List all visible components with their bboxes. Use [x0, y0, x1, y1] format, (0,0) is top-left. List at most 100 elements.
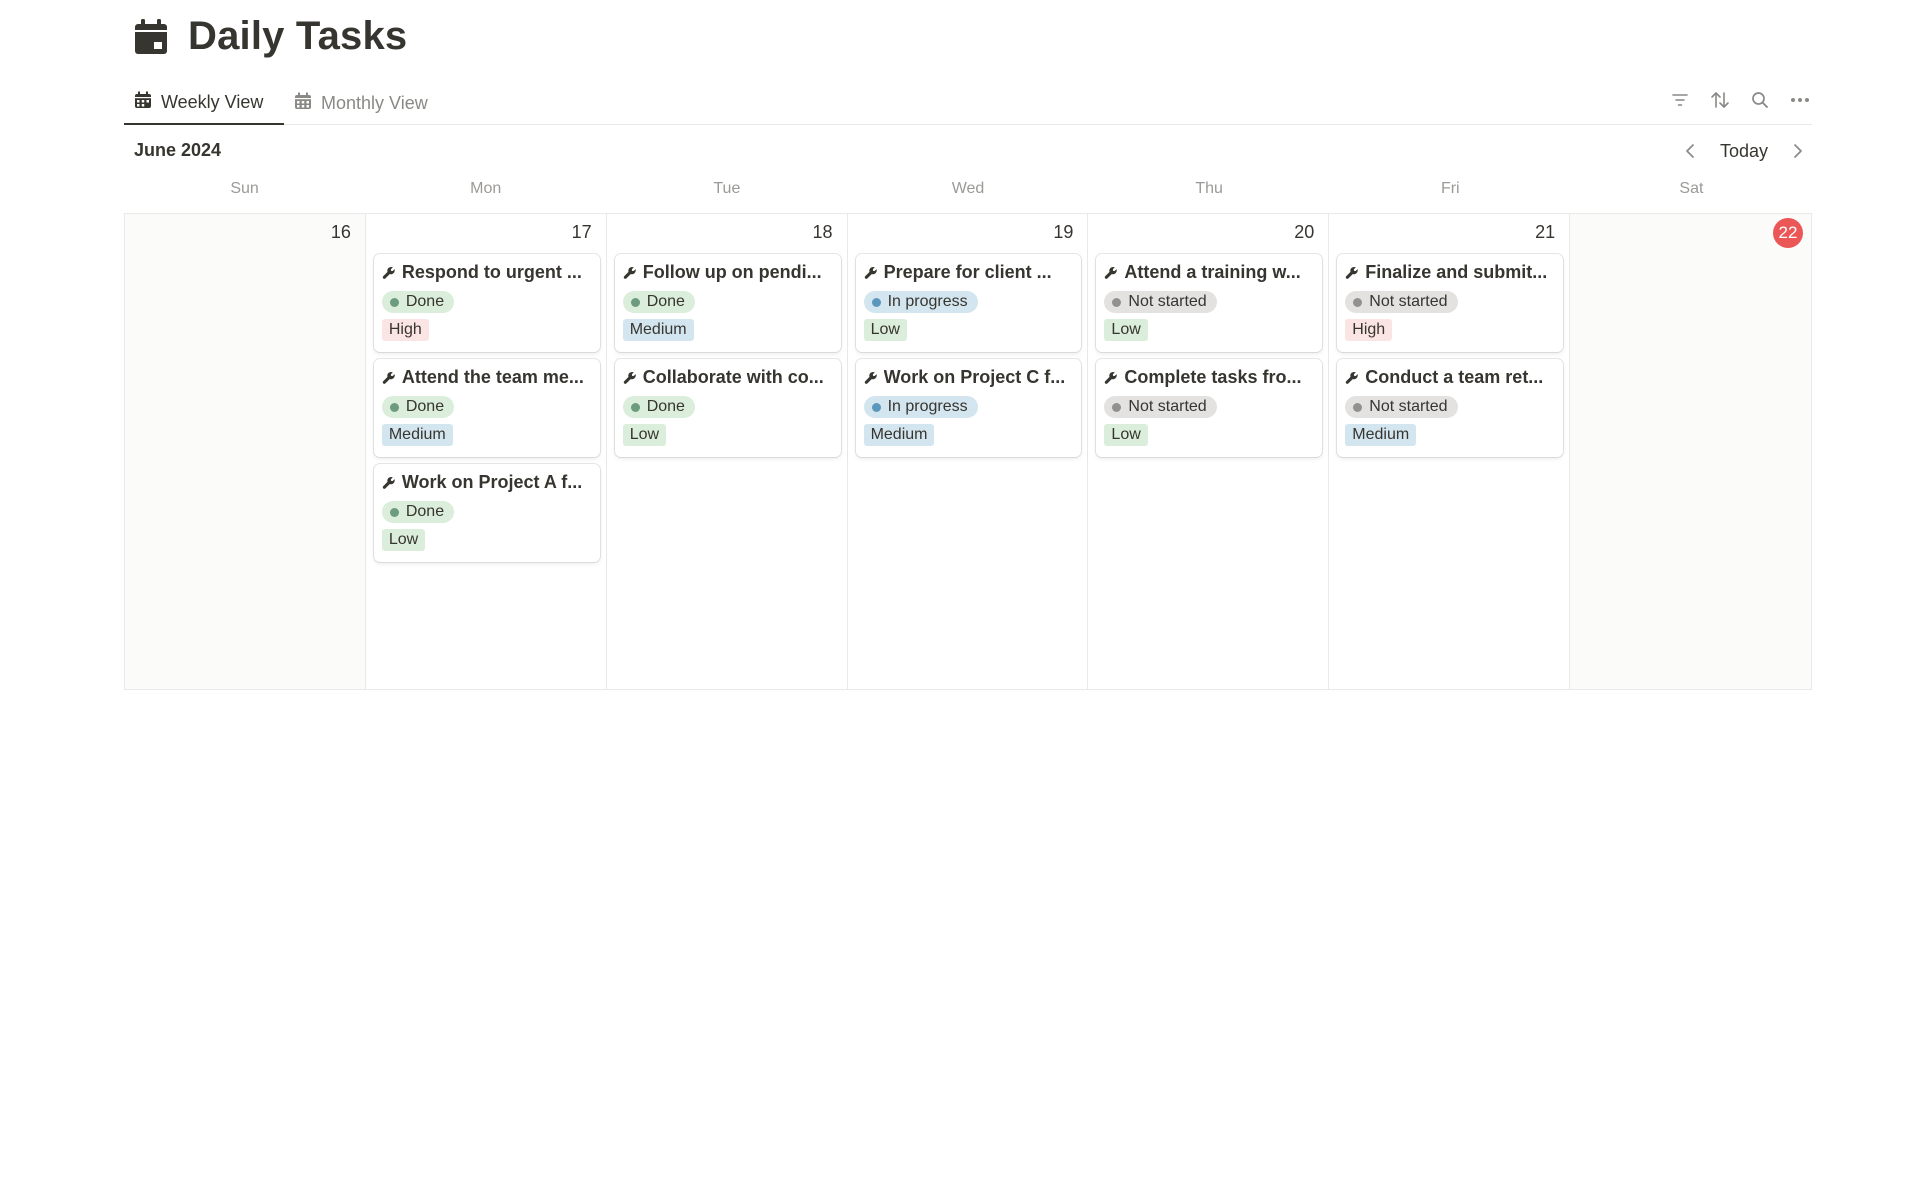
wrench-icon — [864, 266, 878, 280]
day-cell[interactable]: 18 Follow up on pendi... Done Medium Collabo… — [607, 214, 848, 689]
status-badge: Not started — [1345, 291, 1458, 313]
search-icon[interactable] — [1748, 88, 1772, 112]
task-card[interactable]: Finalize and submit... Not started High — [1337, 254, 1564, 352]
priority-row: High — [381, 319, 592, 341]
status-label: Done — [405, 293, 445, 310]
status-badge: In progress — [863, 396, 978, 418]
calendar-grid-icon — [294, 92, 312, 115]
task-title: Follow up on pendi... — [642, 262, 822, 282]
task-title-row: Work on Project A f... — [382, 472, 592, 493]
weekday-label: Tue — [713, 180, 741, 197]
task-list: Follow up on pendi... Done Medium Collabora… — [614, 254, 841, 457]
status-badge: Done — [381, 501, 455, 523]
more-icon[interactable] — [1788, 88, 1812, 112]
day-cell[interactable]: 22 — [1570, 214, 1811, 689]
task-card[interactable]: Follow up on pendi... Done Medium — [614, 254, 841, 352]
task-card[interactable]: Work on Project C f... In progress Medium — [855, 359, 1082, 457]
chevron-left-icon[interactable] — [1680, 139, 1700, 163]
status-dot-icon — [1112, 402, 1122, 412]
status-badge: Done — [622, 396, 695, 418]
priority-tag: Low — [1104, 424, 1148, 446]
sort-icon[interactable] — [1708, 88, 1732, 112]
status-label: Done — [646, 293, 685, 310]
priority-row: Medium — [1345, 424, 1555, 446]
day-cell[interactable]: 16 — [125, 214, 366, 689]
status-dot-icon — [871, 297, 881, 307]
task-card[interactable]: Conduct a team ret... Not started Medium — [1337, 359, 1564, 457]
priority-row: Medium — [863, 424, 1074, 446]
wrench-icon — [382, 266, 396, 280]
priority-row: High — [1345, 319, 1555, 341]
view-tabs-bar: Weekly View Monthly View — [124, 82, 1812, 125]
task-title-row: Work on Project C f... — [864, 367, 1074, 388]
day-cell[interactable]: 19 Prepare for client ... In progress Low Wo… — [848, 214, 1089, 689]
status-label: Not started — [1128, 293, 1207, 310]
task-title-row: Conduct a team ret... — [1345, 367, 1555, 388]
status-badge: Not started — [1104, 396, 1217, 418]
tab-weekly-view[interactable]: Weekly View — [124, 82, 284, 125]
day-cell[interactable]: 20 Attend a training w... Not started Low Co… — [1088, 214, 1330, 689]
task-title: Conduct a team ret... — [1365, 367, 1544, 387]
wrench-icon — [1345, 266, 1359, 280]
day-number: 18 — [812, 222, 833, 242]
wrench-icon — [1345, 371, 1359, 385]
task-title-row: Collaborate with co... — [623, 367, 833, 388]
tab-label: Monthly View — [321, 92, 428, 113]
task-list: Respond to urgent ... Done High Attend the … — [373, 254, 600, 562]
priority-row: Medium — [381, 424, 592, 446]
task-title: Prepare for client ... — [883, 262, 1052, 282]
view-toolbar — [1668, 88, 1812, 112]
status-label: Done — [646, 398, 685, 415]
status-badge: In progress — [863, 291, 978, 313]
weekday-label: Sun — [230, 180, 259, 197]
priority-tag: Medium — [1345, 424, 1417, 446]
priority-tag: High — [381, 319, 429, 341]
wrench-icon — [382, 371, 396, 385]
task-title: Work on Project A f... — [401, 472, 583, 492]
task-card[interactable]: Attend a training w... Not started Low — [1096, 254, 1323, 352]
task-title-row: Follow up on pendi... — [623, 262, 833, 283]
wrench-icon — [1104, 371, 1118, 385]
wrench-icon — [1104, 266, 1118, 280]
wrench-icon — [864, 371, 878, 385]
task-title: Attend a training w... — [1124, 262, 1301, 282]
status-dot-icon — [871, 402, 881, 412]
status-dot-icon — [1112, 297, 1122, 307]
task-title-row: Finalize and submit... — [1345, 262, 1555, 283]
status-label: Not started — [1369, 293, 1448, 310]
task-card[interactable]: Prepare for client ... In progress Low — [855, 254, 1082, 352]
tab-monthly-view[interactable]: Monthly View — [284, 82, 444, 124]
task-title: Work on Project C f... — [883, 367, 1066, 387]
priority-row: Low — [1104, 319, 1314, 341]
status-dot-icon — [389, 507, 399, 517]
priority-row: Medium — [622, 319, 833, 341]
status-badge: Not started — [1345, 396, 1458, 418]
task-card[interactable]: Respond to urgent ... Done High — [373, 254, 600, 352]
status-dot-icon — [630, 297, 640, 307]
task-card[interactable]: Attend the team me... Done Medium — [373, 359, 600, 457]
task-card[interactable]: Complete tasks fro... Not started Low — [1096, 359, 1323, 457]
day-number: 17 — [571, 222, 592, 242]
priority-row: Low — [1104, 424, 1314, 446]
day-cell[interactable]: 21 Finalize and submit... Not started High C… — [1329, 214, 1571, 689]
status-badge: Done — [381, 291, 455, 313]
task-title: Attend the team me... — [401, 367, 584, 387]
priority-tag: High — [1345, 319, 1393, 341]
calendar-icon — [134, 91, 152, 114]
task-card[interactable]: Work on Project A f... Done Low — [373, 464, 600, 562]
task-title-row: Prepare for client ... — [864, 262, 1074, 283]
weekday-label: Mon — [470, 180, 502, 197]
day-cell[interactable]: 17 Respond to urgent ... Done High Attend th… — [366, 214, 607, 689]
task-title: Respond to urgent ... — [401, 262, 582, 282]
chevron-right-icon[interactable] — [1788, 139, 1808, 163]
task-card[interactable]: Collaborate with co... Done Low — [614, 359, 841, 457]
priority-tag: Medium — [381, 424, 453, 446]
filter-icon[interactable] — [1668, 88, 1692, 112]
priority-tag: Low — [381, 529, 426, 551]
week-grid: 16 17 Respond to urgent ... Done High Attend … — [124, 213, 1812, 690]
day-number: 16 — [330, 222, 351, 242]
weekday-label: Sat — [1679, 180, 1704, 197]
page-header: Daily Tasks — [132, 14, 407, 59]
day-number: 21 — [1535, 222, 1556, 242]
today-button[interactable]: Today — [1714, 141, 1774, 162]
